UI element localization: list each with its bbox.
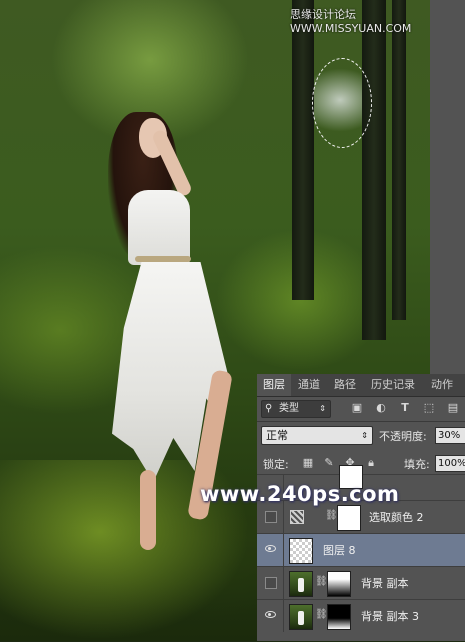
visibility-toggle[interactable] (257, 567, 284, 599)
image-filter-icon[interactable]: ▣ (350, 401, 364, 415)
filter-kind-select[interactable]: ⚲ 类型 ⇕ (261, 400, 331, 418)
tab-channels[interactable]: 通道 (293, 374, 325, 396)
eye-icon[interactable] (265, 611, 276, 618)
lock-label: 锁定: (263, 458, 289, 471)
layer-thumb (289, 604, 313, 630)
adjustment-filter-icon[interactable]: ◐ (374, 401, 388, 415)
marquee-selection[interactable] (312, 58, 372, 148)
eye-icon[interactable] (265, 545, 276, 552)
layer-thumb (289, 538, 313, 564)
tree-trunk (292, 0, 314, 300)
search-icon: ⚲ (265, 403, 273, 414)
model-leg (140, 470, 156, 550)
layer-row-selected[interactable]: 图层 8 (257, 533, 465, 566)
tab-actions[interactable]: 动作 (425, 374, 459, 396)
overlay-watermark: www.240ps.com (200, 482, 400, 506)
tab-paths[interactable]: 路径 (329, 374, 361, 396)
divider (257, 421, 465, 422)
visibility-toggle[interactable] (257, 600, 284, 632)
hidden-visibility-box[interactable] (265, 511, 277, 523)
layer-row[interactable]: ⛓ 背景 副本 (257, 566, 465, 599)
tree-trunk (362, 0, 386, 340)
fill-input[interactable]: 100% (435, 455, 465, 472)
layers-panel: 图层 通道 路径 历史记录 动作 ⚲ 类型 ⇕ ▣ ◐ T ⬚ ▤ 正常 ⇕ 不… (257, 374, 465, 641)
hidden-visibility-box[interactable] (265, 577, 277, 589)
type-filter-icon[interactable]: T (398, 401, 412, 415)
layer-mask-thumb (327, 604, 351, 630)
link-icon: ⛓ (325, 510, 338, 521)
dress-bodice (128, 190, 190, 265)
filter-kind-label: 类型 (279, 403, 299, 414)
layer-mask-thumb (337, 505, 361, 531)
lock-transparent-icon[interactable]: ▦ (301, 456, 315, 470)
chevron-updown-icon: ⇕ (319, 404, 326, 413)
layer-row[interactable]: ⛓ 背景 副本 3 (257, 599, 465, 642)
layer-name[interactable]: 背景 副本 3 (361, 608, 419, 624)
lock-all-icon[interactable]: 🔒︎ (364, 456, 378, 470)
tree-trunk (392, 0, 406, 320)
fill-label: 填充: (404, 458, 430, 471)
opacity-label: 不透明度: (379, 430, 427, 443)
tab-history[interactable]: 历史记录 (365, 374, 421, 396)
link-icon: ⛓ (315, 576, 328, 587)
layer-mask-thumb (327, 571, 351, 597)
layer-name[interactable]: 图层 8 (323, 542, 356, 558)
smart-object-filter-icon[interactable]: ▤ (446, 401, 460, 415)
link-icon: ⛓ (315, 609, 328, 620)
visibility-toggle[interactable] (257, 534, 284, 566)
layer-thumb (289, 571, 313, 597)
tab-layers[interactable]: 图层 (257, 374, 291, 396)
blend-mode-select[interactable]: 正常 ⇕ (261, 426, 373, 445)
panel-tab-bar: 图层 通道 路径 历史记录 动作 (257, 374, 465, 397)
lock-image-icon[interactable]: ✎ (322, 456, 336, 470)
chevron-updown-icon: ⇕ (361, 431, 368, 440)
layer-name[interactable]: 背景 副本 (361, 575, 409, 591)
shape-filter-icon[interactable]: ⬚ (422, 401, 436, 415)
selective-color-adjustment-icon (290, 510, 304, 524)
opacity-input[interactable]: 30% (435, 427, 465, 444)
layer-name[interactable]: 选取颜色 2 (369, 509, 424, 525)
blend-mode-value: 正常 (266, 429, 288, 442)
dress-belt (135, 256, 191, 262)
